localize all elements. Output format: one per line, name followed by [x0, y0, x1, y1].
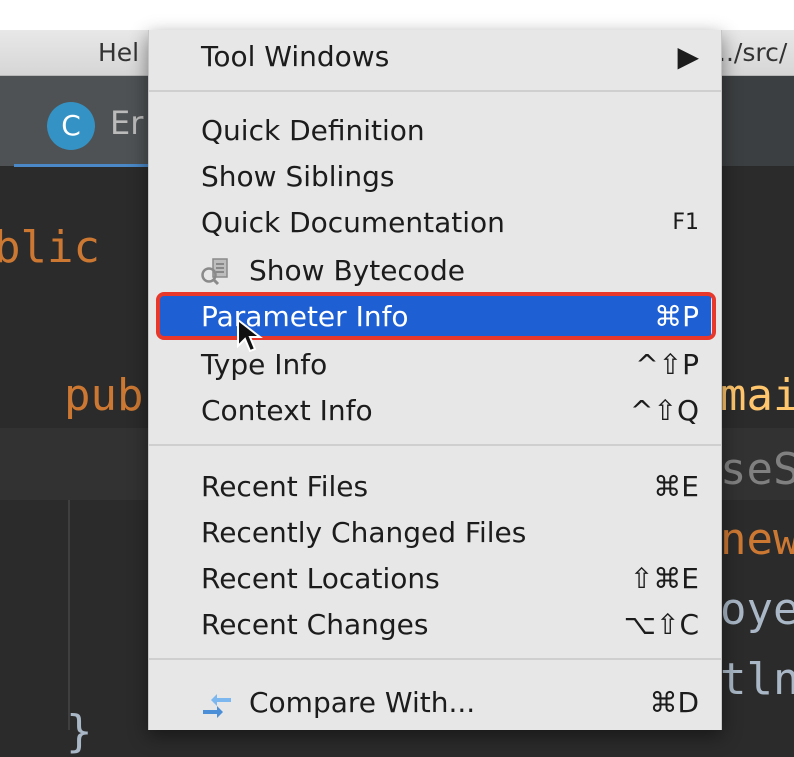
menu-item-quick-definition[interactable]: Quick Definition: [149, 108, 721, 154]
menu-item-tool-windows[interactable]: Tool Windows ▶: [149, 34, 721, 80]
menu-item-type-info[interactable]: Type Info ^⇧P: [149, 342, 721, 388]
class-c-icon: C: [47, 102, 95, 150]
top-strip: [0, 0, 794, 30]
code-line: mai: [720, 370, 794, 421]
menu-item-shortcut: F1: [672, 210, 699, 235]
menu-item-label: Context Info: [201, 394, 373, 427]
menu-item-recent-changes[interactable]: Recent Changes ⌥⇧C: [149, 602, 721, 648]
code-line: oye: [720, 584, 794, 635]
view-menu-dropdown: Tool Windows ▶ Quick Definition Show Sib…: [148, 30, 722, 730]
menu-item-show-bytecode[interactable]: Show Bytecode: [149, 248, 721, 294]
menu-separator: [149, 90, 721, 92]
menu-item-shortcut: ⇧⌘E: [629, 562, 699, 595]
code-line: }: [66, 706, 93, 757]
bytecode-search-icon: [199, 256, 235, 288]
menu-item-recently-changed-files[interactable]: Recently Changed Files: [149, 510, 721, 556]
code-line: new: [720, 514, 794, 565]
tab-label[interactable]: Er: [110, 104, 143, 142]
menu-item-label: Recent Files: [201, 470, 369, 503]
menu-item-label: Show Bytecode: [249, 254, 465, 287]
menu-item-shortcut: ⌘D: [649, 686, 699, 719]
menu-item-shortcut: ^⇧Q: [630, 394, 699, 427]
code-line: tln: [720, 654, 794, 705]
menu-item-shortcut: ⌥⇧C: [623, 608, 699, 641]
menu-item-label: Recent Changes: [201, 608, 429, 641]
window-title-path: ../src/: [718, 38, 788, 67]
menu-item-recent-locations[interactable]: Recent Locations ⇧⌘E: [149, 556, 721, 602]
window-title-left: Hel: [98, 38, 140, 67]
menu-item-show-siblings[interactable]: Show Siblings: [149, 154, 721, 200]
indent-guide: [68, 500, 70, 730]
menu-item-label: Recent Locations: [201, 562, 440, 595]
mouse-cursor-icon: [236, 317, 266, 358]
menu-item-label: Tool Windows: [201, 40, 390, 73]
menu-separator: [149, 444, 721, 446]
menu-item-quick-documentation[interactable]: Quick Documentation F1: [149, 200, 721, 246]
menu-item-label: Quick Documentation: [201, 206, 505, 239]
menu-item-compare-with[interactable]: Compare With... ⌘D: [149, 680, 721, 726]
menu-item-shortcut: ⌘E: [653, 470, 699, 503]
compare-arrows-icon: [199, 688, 235, 720]
code-line: blic: [0, 222, 100, 273]
menu-item-label: Recently Changed Files: [201, 516, 527, 549]
menu-item-recent-files[interactable]: Recent Files ⌘E: [149, 464, 721, 510]
submenu-arrow-icon: ▶: [677, 40, 699, 73]
menu-item-label: Quick Definition: [201, 114, 425, 147]
menu-item-shortcut: ^⇧P: [635, 348, 699, 381]
menu-separator: [149, 658, 721, 660]
menu-item-label: Show Siblings: [201, 160, 395, 193]
code-line: pub: [64, 370, 144, 421]
code-line: seS: [720, 444, 794, 495]
menu-item-context-info[interactable]: Context Info ^⇧Q: [149, 388, 721, 434]
menu-item-label: Compare With...: [249, 686, 476, 719]
